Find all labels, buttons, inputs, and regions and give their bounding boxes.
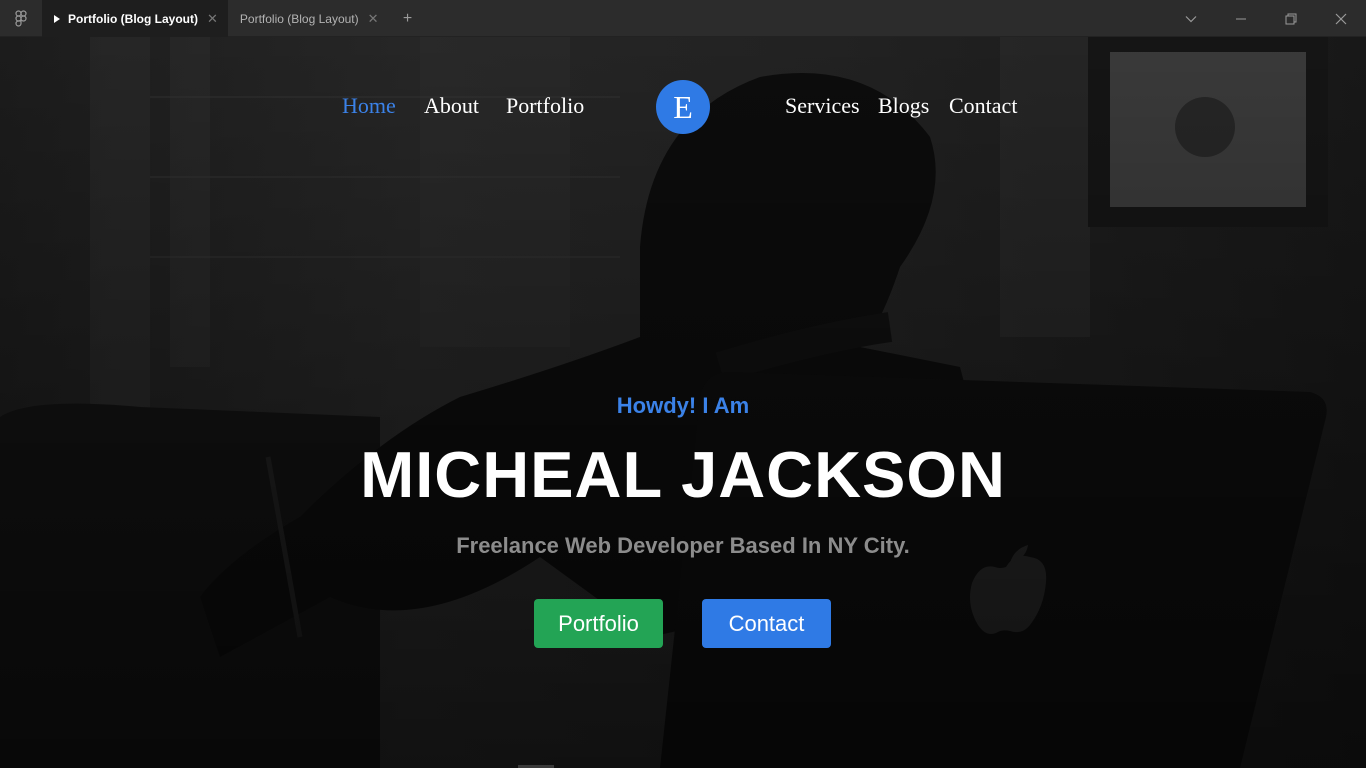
tab-label: Portfolio (Blog Layout) — [239, 11, 359, 26]
tab-label: Portfolio (Blog Layout) — [68, 11, 198, 26]
chevron-down-icon[interactable] — [1166, 0, 1216, 37]
tab-portfolio-blog-layout-active[interactable]: Portfolio (Blog Layout) ✕ — [42, 0, 228, 37]
play-icon — [54, 14, 60, 23]
hero-greeting: Howdy! I Am — [616, 393, 750, 418]
window-close-icon[interactable] — [1316, 0, 1366, 37]
contact-button[interactable]: Contact — [702, 599, 831, 648]
nav-contact[interactable]: Contact — [949, 93, 1017, 119]
nav-services[interactable]: Services — [785, 93, 860, 119]
site-logo[interactable]: E — [656, 80, 710, 134]
plus-icon[interactable]: + — [389, 0, 427, 37]
page-viewport: Home About Portfolio Services Blogs Cont… — [0, 37, 1366, 768]
restore-icon[interactable] — [1266, 0, 1316, 37]
window-controls — [1166, 0, 1366, 36]
nav-portfolio[interactable]: Portfolio — [506, 93, 584, 119]
nav-blogs[interactable]: Blogs — [878, 93, 929, 119]
close-icon[interactable]: ✕ — [207, 12, 218, 25]
tab-portfolio-blog-layout[interactable]: Portfolio (Blog Layout) ✕ — [228, 0, 389, 37]
minimize-icon[interactable] — [1216, 0, 1266, 37]
hero-tagline: Freelance Web Developer Based In NY City… — [456, 533, 910, 558]
hero-name: MICHEAL JACKSON — [360, 438, 1006, 511]
window-titlebar: Portfolio (Blog Layout) ✕ Portfolio (Blo… — [0, 0, 1366, 37]
portfolio-button[interactable]: Portfolio — [534, 599, 663, 648]
nav-about[interactable]: About — [424, 93, 479, 119]
close-icon[interactable]: ✕ — [368, 12, 379, 25]
nav-home[interactable]: Home — [342, 93, 396, 119]
figma-logo-icon[interactable] — [0, 0, 42, 37]
